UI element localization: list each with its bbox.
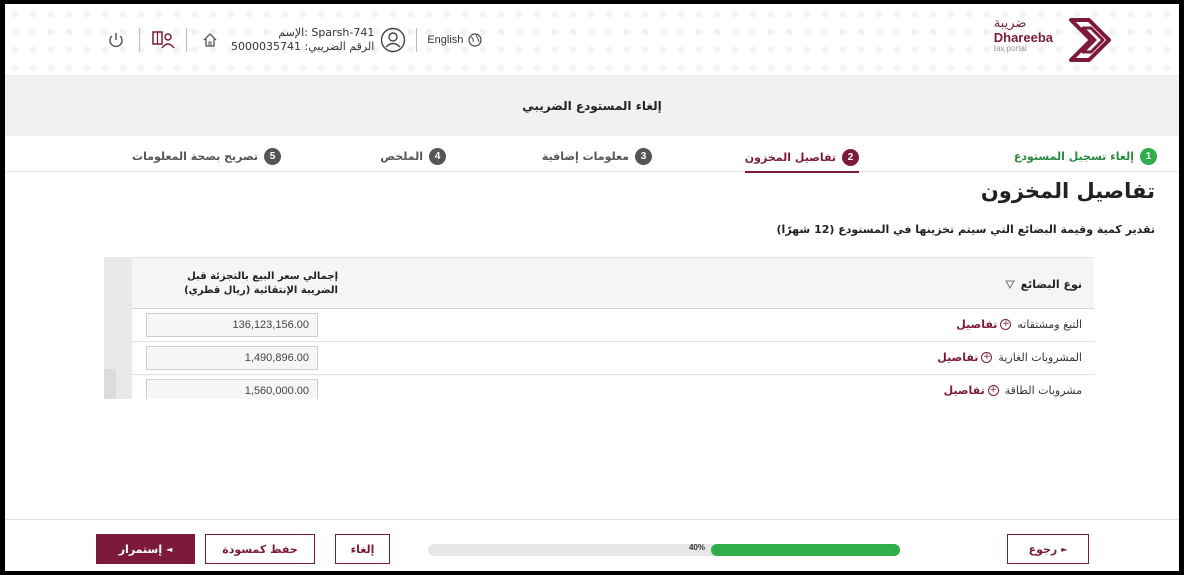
user-info: الإسم: Sparsh-741 الرقم الضريبي: 5000035… bbox=[231, 26, 374, 54]
table-row: مشروبات الطاقة + تفاصيل 1,560,000.00 bbox=[132, 375, 1094, 399]
step-label: تفاصيل المخزون bbox=[744, 150, 836, 164]
column-header-label: نوع البضائع bbox=[1020, 278, 1082, 291]
language-switcher[interactable]: English bbox=[427, 33, 483, 47]
total-price-field[interactable]: 1,490,896.00 bbox=[146, 346, 318, 370]
form-progress-bar: 40% bbox=[428, 543, 900, 556]
arrow-left-icon: ◄ bbox=[166, 544, 173, 554]
step-number: 4 bbox=[429, 147, 446, 165]
users-book-icon[interactable] bbox=[150, 27, 176, 53]
continue-button[interactable]: إستمرار ◄ bbox=[96, 534, 195, 564]
table-row: المشروبات الغازية + تفاصيل 1,490,896.00 bbox=[132, 342, 1094, 375]
globe-icon bbox=[468, 33, 483, 47]
filter-icon[interactable] bbox=[1004, 280, 1015, 289]
step-number: 2 bbox=[842, 148, 859, 166]
title-band: إلغاء المستودع الضريبي bbox=[5, 76, 1179, 136]
total-price-field[interactable]: 1,560,000.00 bbox=[146, 379, 318, 399]
back-button[interactable]: رجوع ► bbox=[1007, 534, 1089, 564]
progress-percent: 40% bbox=[688, 543, 705, 552]
column-header-goods-type[interactable]: نوع البضائع bbox=[1004, 278, 1082, 291]
table-scrollbar[interactable] bbox=[104, 257, 132, 399]
language-label: English bbox=[427, 34, 464, 46]
step-summary[interactable]: 4 الملخص bbox=[380, 143, 446, 169]
cancel-button[interactable]: إلغاء bbox=[335, 534, 390, 564]
plus-circle-icon: + bbox=[981, 352, 993, 363]
column-header-line: الضريبة الإنتقائية (ريال قطري) bbox=[184, 285, 338, 296]
details-link[interactable]: + تفاصيل bbox=[956, 318, 1012, 331]
home-icon[interactable] bbox=[197, 27, 223, 53]
step-declaration[interactable]: 5 تصريح بصحة المعلومات bbox=[132, 143, 281, 169]
dhareeba-logo[interactable]: ضريبة Dhareeba tax portal bbox=[967, 14, 1117, 66]
goods-type-name: مشروبات الطاقة bbox=[1004, 384, 1082, 397]
table-body: نوع البضائع إجمالي سعر البيع بالتجزئة قب… bbox=[132, 257, 1094, 399]
total-price-field[interactable]: 136,123,156.00 bbox=[146, 313, 318, 337]
goods-type-cell: المشروبات الغازية + تفاصيل bbox=[937, 351, 1082, 364]
goods-type-name: المشروبات الغازية bbox=[998, 351, 1082, 364]
plus-circle-icon: + bbox=[987, 385, 999, 396]
step-number: 5 bbox=[264, 147, 281, 165]
column-header-line: إجمالي سعر البيع بالتجزئة قبل bbox=[187, 271, 338, 282]
step-label: إلغاء تسجيل المستودع bbox=[1013, 149, 1134, 163]
step-inventory-details[interactable]: 2 تفاصيل المخزون bbox=[744, 143, 859, 173]
save-draft-label: حفظ كمسودة bbox=[222, 542, 298, 556]
progress-stepper: 1 إلغاء تسجيل المستودع 2 تفاصيل المخزون … bbox=[5, 136, 1179, 173]
continue-label: إستمرار bbox=[118, 542, 163, 556]
arrow-right-icon: ► bbox=[1061, 544, 1068, 554]
logo-subtitle: tax portal bbox=[993, 44, 1027, 53]
step-additional-info[interactable]: 3 معلومات إضافية bbox=[542, 143, 652, 169]
cancel-label: إلغاء bbox=[350, 542, 375, 556]
scrollbar-thumb[interactable] bbox=[104, 369, 116, 399]
goods-type-cell: التبغ ومشتقاته + تفاصيل bbox=[956, 318, 1082, 331]
tax-number: الرقم الضريبي: 5000035741 bbox=[231, 40, 375, 53]
inventory-table: نوع البضائع إجمالي سعر البيع بالتجزئة قب… bbox=[104, 257, 1094, 399]
step-label: تصريح بصحة المعلومات bbox=[132, 149, 258, 163]
footer-actions: رجوع ► 40% إلغاء حفظ كمسودة إستمرار ◄ bbox=[5, 519, 1179, 571]
details-label: تفاصيل bbox=[956, 318, 998, 331]
section-title: تفاصيل المخزون bbox=[980, 179, 1155, 203]
goods-type-cell: مشروبات الطاقة + تفاصيل bbox=[944, 384, 1082, 397]
step-label: الملخص bbox=[380, 149, 423, 163]
save-draft-button[interactable]: حفظ كمسودة bbox=[205, 534, 315, 564]
step-number: 1 bbox=[1140, 147, 1157, 165]
page-title: إلغاء المستودع الضريبي bbox=[522, 99, 662, 113]
details-label: تفاصيل bbox=[937, 351, 979, 364]
section-subtitle: تقدير كمية وقيمة البضائع التي سيتم تخزين… bbox=[776, 223, 1155, 236]
column-header-total-price: إجمالي سعر البيع بالتجزئة قبل الضريبة ال… bbox=[148, 270, 338, 298]
step-number: 3 bbox=[635, 147, 652, 165]
header-divider bbox=[139, 28, 140, 52]
back-label: رجوع bbox=[1028, 542, 1058, 556]
plus-circle-icon: + bbox=[1000, 319, 1012, 330]
dhareeba-logo-icon bbox=[1069, 18, 1111, 62]
top-header: ضريبة Dhareeba tax portal الإسم: Sparsh-… bbox=[5, 4, 1179, 76]
header-divider bbox=[416, 28, 418, 52]
user-circle-icon[interactable] bbox=[380, 27, 406, 53]
header-controls: الإسم: Sparsh-741 الرقم الضريبي: 5000035… bbox=[103, 22, 483, 58]
page-frame: ضريبة Dhareeba tax portal الإسم: Sparsh-… bbox=[5, 4, 1179, 571]
step-deregister[interactable]: 1 إلغاء تسجيل المستودع bbox=[1014, 143, 1157, 169]
logo-english: Dhareeba bbox=[993, 30, 1053, 45]
user-name: الإسم: Sparsh-741 bbox=[278, 26, 375, 39]
header-divider bbox=[186, 28, 187, 52]
table-row: التبغ ومشتقاته + تفاصيل 136,123,156.00 bbox=[132, 309, 1094, 342]
logo-text: ضريبة Dhareeba tax portal bbox=[994, 16, 1053, 53]
goods-type-name: التبغ ومشتقاته bbox=[1017, 318, 1082, 331]
logo-arabic: ضريبة bbox=[993, 16, 1027, 31]
details-link[interactable]: + تفاصيل bbox=[937, 351, 993, 364]
step-label: معلومات إضافية bbox=[541, 149, 629, 163]
details-label: تفاصيل bbox=[943, 384, 985, 397]
table-header: نوع البضائع إجمالي سعر البيع بالتجزئة قب… bbox=[132, 257, 1094, 309]
details-link[interactable]: + تفاصيل bbox=[944, 384, 999, 397]
power-icon[interactable] bbox=[103, 27, 129, 53]
progress-fill bbox=[711, 544, 900, 556]
